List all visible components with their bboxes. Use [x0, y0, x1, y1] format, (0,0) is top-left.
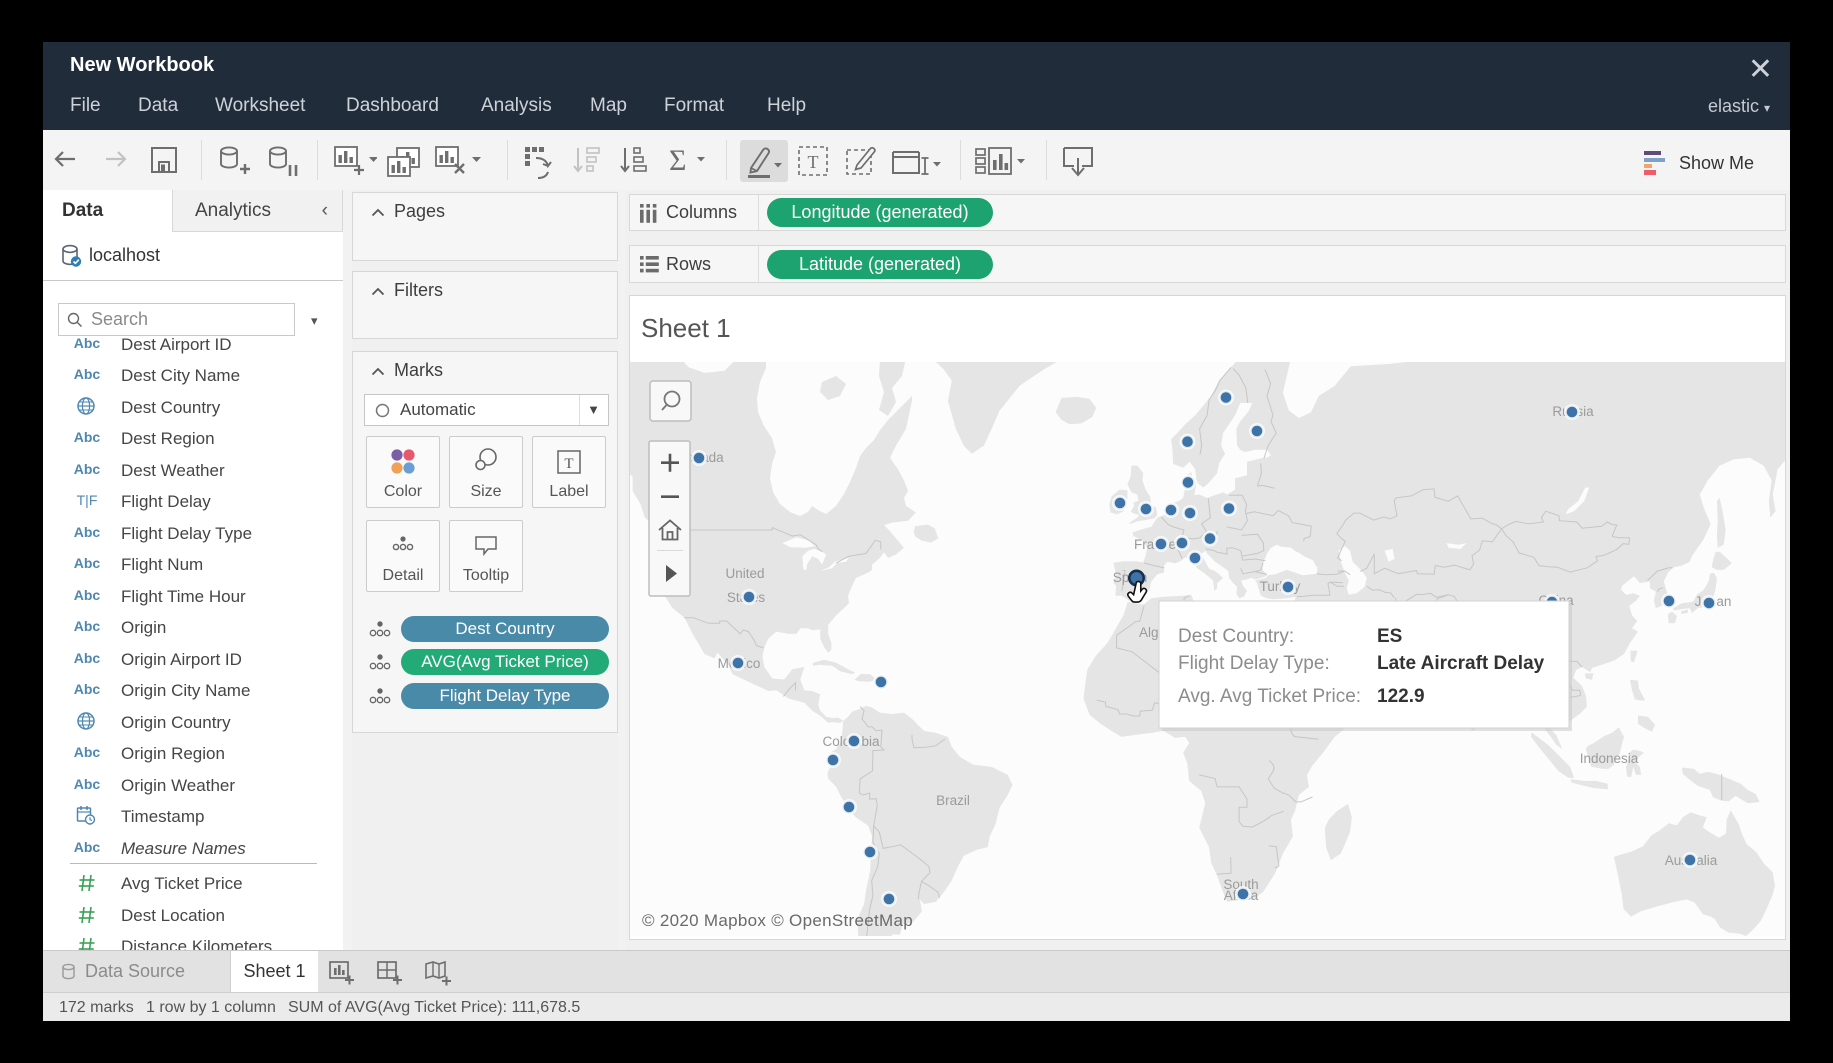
svg-text:Flight Delay Type:: Flight Delay Type: — [1178, 653, 1330, 674]
svg-text:Avg. Avg Ticket Price:: Avg. Avg Ticket Price: — [1178, 686, 1361, 707]
svg-text:Indonesia: Indonesia — [1580, 751, 1639, 766]
svg-text:Σ: Σ — [669, 144, 686, 176]
svg-text:T: T — [808, 152, 819, 172]
svg-text:Dest Country:: Dest Country: — [1178, 626, 1294, 647]
svg-text:ES: ES — [1377, 626, 1402, 647]
svg-text:Brazil: Brazil — [936, 793, 970, 808]
svg-text:122.9: 122.9 — [1377, 686, 1425, 707]
svg-text:Late Aircraft Delay: Late Aircraft Delay — [1377, 653, 1545, 674]
svg-text:© 2020 Mapbox © OpenStreetMap: © 2020 Mapbox © OpenStreetMap — [642, 911, 913, 930]
svg-text:United: United — [725, 566, 764, 581]
svg-text:T: T — [564, 456, 573, 472]
